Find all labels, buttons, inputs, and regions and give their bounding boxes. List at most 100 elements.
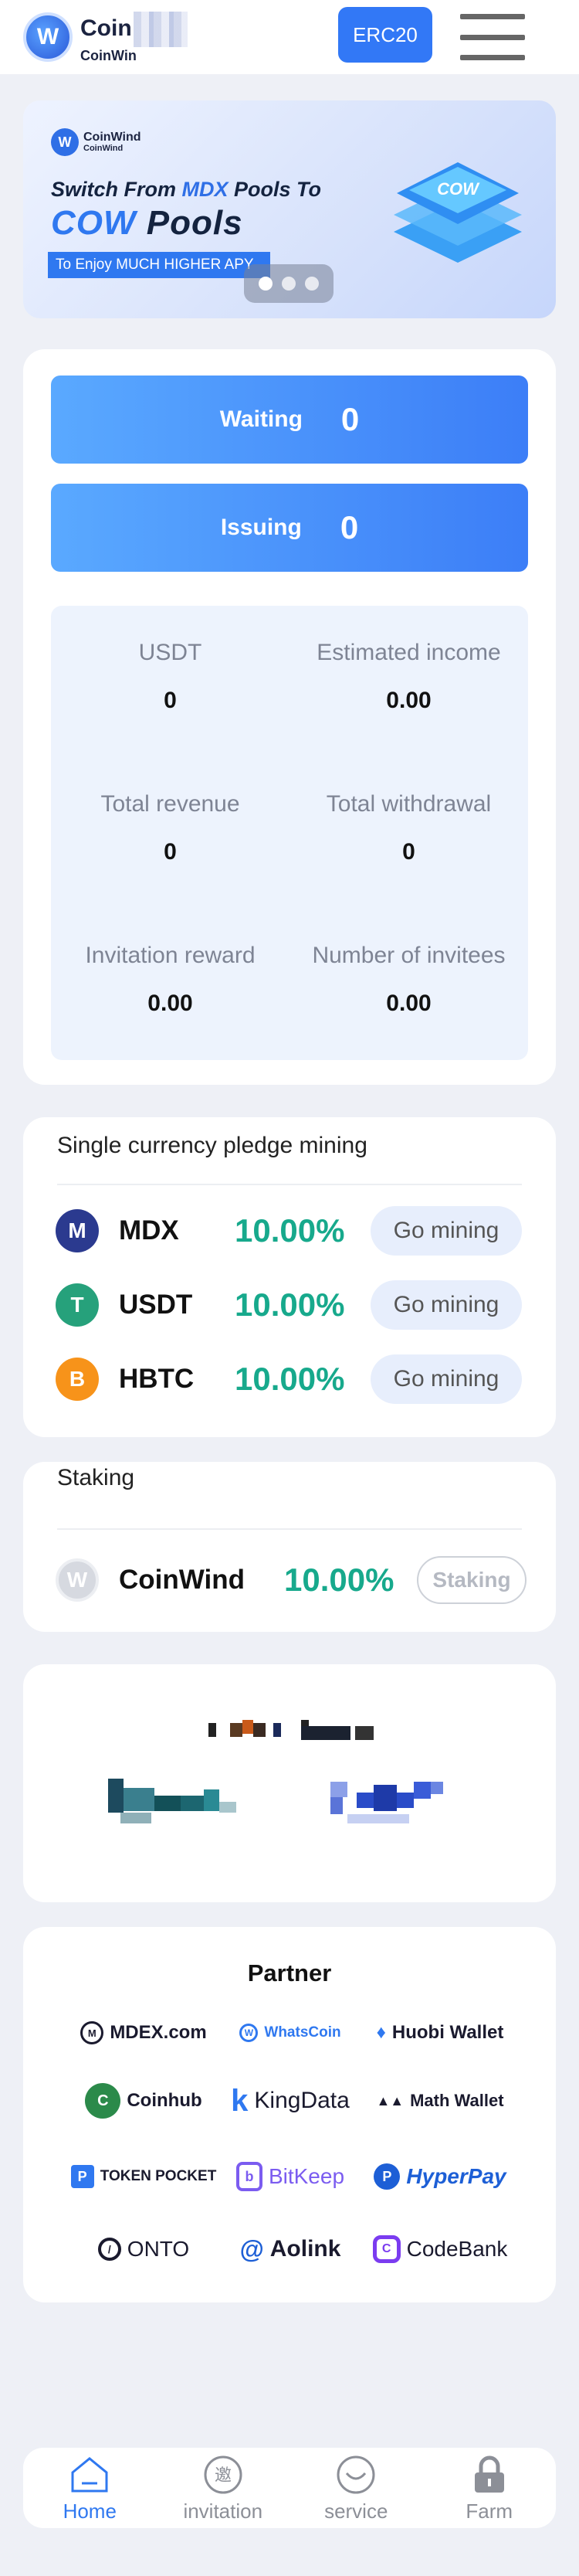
stat-total-revenue: Total revenue 0	[51, 791, 290, 865]
stat-estimated-income: Estimated income 0.00	[290, 640, 528, 714]
partner-logo-codebank[interactable]: C CodeBank	[355, 2230, 525, 2268]
partner-name: WhatsCoin	[264, 2024, 341, 2041]
tab-label: Home	[63, 2500, 117, 2523]
banner-tagline: To Enjoy MUCH HIGHER APY	[48, 252, 270, 278]
mathwallet-icon: ▲▲	[376, 2092, 405, 2109]
tab-home[interactable]: Home	[23, 2448, 157, 2528]
stats-card: Waiting 0 Issuing 0 USDT 0 Estimated inc…	[23, 349, 556, 1085]
coin-rate: 10.00%	[284, 1562, 394, 1598]
carousel-dots[interactable]	[244, 264, 334, 303]
staking-button[interactable]: Staking	[417, 1556, 527, 1604]
svg-text:邀: 邀	[215, 2466, 232, 2485]
banner-logo: W CoinWind CoinWind	[51, 128, 141, 156]
partner-logo-coinhub[interactable]: C Coinhub	[59, 2082, 229, 2120]
tab-farm[interactable]: Farm	[423, 2448, 557, 2528]
coin-rate: 10.00%	[235, 1212, 345, 1249]
obscured-info-card	[23, 1664, 556, 1902]
staking-card: Staking W CoinWind 10.00% Staking	[23, 1462, 556, 1632]
carousel-dot[interactable]	[305, 277, 319, 291]
tab-label: service	[324, 2500, 388, 2523]
partner-logo-aolink[interactable]: @ Aolink	[205, 2230, 375, 2268]
mdex-icon: M	[80, 2021, 104, 2044]
promo-banner[interactable]: W CoinWind CoinWind Switch From MDX Pools…	[23, 100, 556, 318]
partner-name: CodeBank	[406, 2237, 508, 2261]
partner-name: BitKeep	[268, 2164, 345, 2188]
stat-label: Estimated income	[317, 640, 501, 665]
mdx-icon: M	[56, 1209, 99, 1252]
stat-value: 0	[164, 688, 177, 713]
waiting-button[interactable]: Waiting 0	[51, 376, 528, 464]
partner-logo-huobi[interactable]: ♦ Huobi Wallet	[355, 2014, 525, 2052]
coin-name: HBTC	[119, 1364, 195, 1394]
partner-logo-bitkeep[interactable]: b BitKeep	[205, 2157, 375, 2196]
staking-title: Staking	[57, 1465, 135, 1490]
coin-name: CoinWind	[119, 1565, 245, 1595]
staking-row-coinwind: W CoinWind 10.00% Staking	[56, 1555, 531, 1606]
logo-line1: Coin	[80, 15, 132, 41]
partner-title: Partner	[247, 1959, 332, 1986]
logo-line2: CoinWin	[80, 48, 137, 63]
go-mining-button[interactable]: Go mining	[371, 1280, 522, 1330]
whatscoin-icon: W	[239, 2024, 259, 2042]
banner-headline: Switch From MDX Pools To	[51, 178, 321, 202]
lock-icon	[469, 2455, 510, 2495]
partner-name: HyperPay	[406, 2164, 506, 2188]
coinhub-icon: C	[85, 2083, 121, 2119]
blurred-logo-fragment	[133, 12, 188, 47]
tab-service[interactable]: service	[290, 2448, 423, 2528]
banner-logo-name: CoinWind	[83, 130, 141, 144]
banner-line1-b: MDX	[181, 178, 229, 201]
coin-rate: 10.00%	[235, 1286, 345, 1323]
partner-logo-whatscoin[interactable]: W WhatsCoin	[205, 2014, 375, 2052]
partner-logo-mdex[interactable]: M MDEX.com	[59, 2014, 229, 2052]
waiting-label: Waiting	[219, 406, 303, 432]
onto-icon: /	[97, 2238, 121, 2261]
partner-name: ONTO	[127, 2237, 190, 2261]
divider	[57, 1184, 522, 1185]
kingdata-icon: k	[231, 2083, 249, 2118]
partner-name: Huobi Wallet	[391, 2022, 504, 2043]
carousel-dot[interactable]	[282, 277, 296, 291]
banner-line2-a: COW	[51, 204, 137, 242]
partner-logo-mathwallet[interactable]: ▲▲ Math Wallet	[355, 2082, 525, 2120]
stat-label: Number of invitees	[312, 943, 506, 968]
usdt-icon: T	[56, 1283, 99, 1327]
pledge-row-hbtc: B HBTC 10.00% Go mining	[56, 1354, 531, 1405]
home-icon	[69, 2455, 110, 2495]
huobi-icon: ♦	[376, 2022, 386, 2043]
hamburger-menu-icon[interactable]	[460, 14, 525, 60]
banner-line2-b: Pools	[136, 204, 243, 242]
partner-logo-tokenpocket[interactable]: P TOKEN POCKET	[59, 2157, 229, 2196]
coinwind-logo[interactable]: W Coin CoinWin	[23, 12, 188, 63]
partner-logo-onto[interactable]: / ONTO	[59, 2230, 229, 2268]
tab-invitation[interactable]: 邀 invitation	[157, 2448, 290, 2528]
pledge-row-usdt: T USDT 10.00% Go mining	[56, 1280, 531, 1330]
tokenpocket-icon: P	[70, 2165, 94, 2188]
issuing-value: 0	[340, 509, 359, 545]
bitkeep-icon: b	[235, 2162, 262, 2191]
divider	[57, 1528, 522, 1530]
partner-logo-hyperpay[interactable]: P HyperPay	[355, 2157, 525, 2196]
stat-value: 0.00	[386, 991, 432, 1016]
issuing-button[interactable]: Issuing 0	[51, 484, 528, 572]
coin-name: USDT	[119, 1290, 193, 1320]
hbtc-icon: B	[56, 1358, 99, 1401]
stat-total-withdrawal: Total withdrawal 0	[290, 791, 528, 865]
cow-cube-icon: COW	[394, 162, 522, 263]
go-mining-button[interactable]: Go mining	[371, 1354, 522, 1404]
stat-label: USDT	[138, 640, 202, 665]
stat-value: 0	[402, 839, 415, 865]
pledge-title: Single currency pledge mining	[57, 1133, 367, 1158]
network-button[interactable]: ERC20	[338, 7, 432, 63]
aolink-icon: @	[239, 2234, 264, 2263]
stat-label: Total revenue	[100, 791, 240, 817]
go-mining-button[interactable]: Go mining	[371, 1206, 522, 1256]
partner-name: KingData	[254, 2088, 350, 2113]
stat-value: 0	[164, 839, 177, 865]
pledge-row-mdx: M MDX 10.00% Go mining	[56, 1205, 531, 1256]
logo-text: Coin CoinWin	[80, 12, 188, 63]
hyperpay-icon: P	[374, 2163, 401, 2190]
partner-logo-kingdata[interactable]: k KingData	[205, 2082, 375, 2120]
carousel-dot[interactable]	[259, 277, 273, 291]
stats-grid: USDT 0 Estimated income 0.00 Total reven…	[51, 606, 528, 1060]
